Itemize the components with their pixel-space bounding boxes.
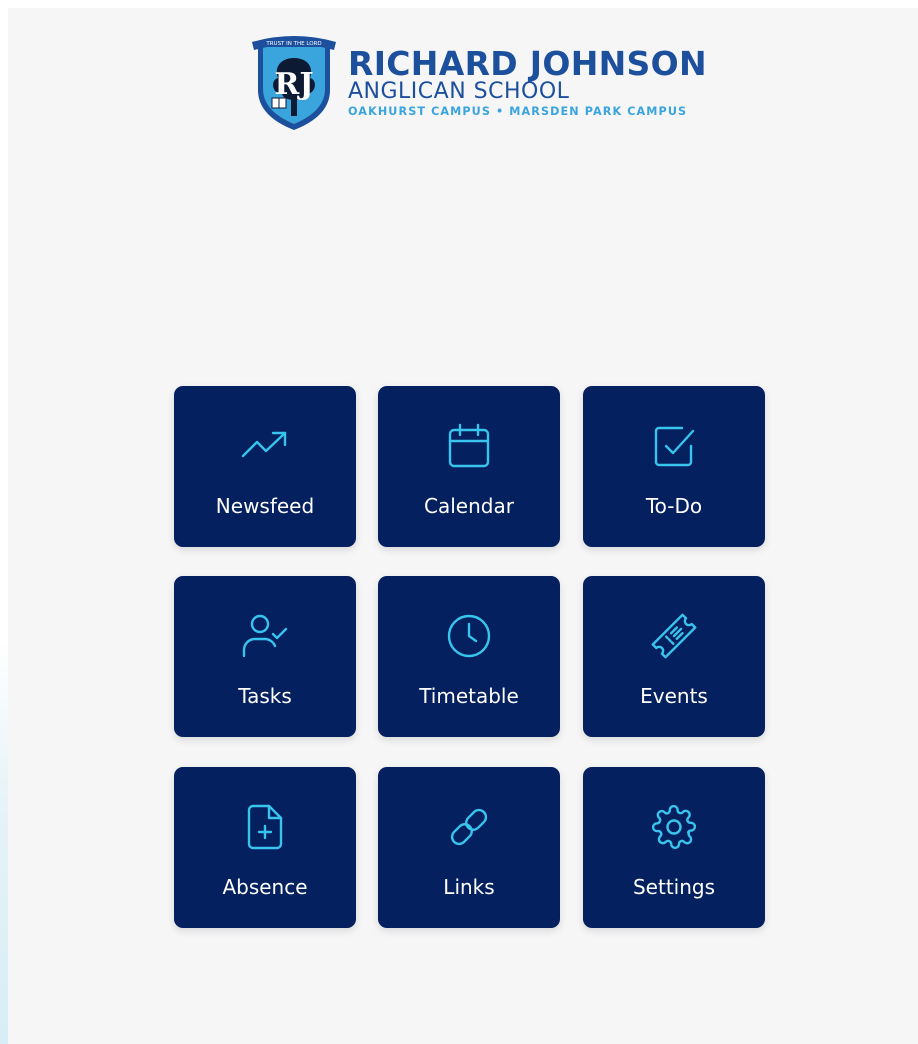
tasks-label: Tasks (238, 684, 292, 708)
edge-glow (0, 640, 8, 1044)
tasks-tile[interactable]: Tasks (174, 576, 356, 737)
link-icon (445, 803, 493, 851)
links-tile[interactable]: Links (378, 767, 560, 928)
clock-icon (445, 612, 493, 660)
user-check-icon (241, 612, 289, 660)
ticket-icon (650, 612, 698, 660)
absence-label: Absence (222, 875, 308, 899)
campus-list: OAKHURST CAMPUS • MARSDEN PARK CAMPUS (348, 105, 688, 118)
calendar-label: Calendar (424, 494, 514, 518)
events-label: Events (640, 684, 708, 708)
todo-tile[interactable]: To-Do (583, 386, 765, 547)
file-plus-icon (241, 803, 289, 851)
settings-tile[interactable]: Settings (583, 767, 765, 928)
crest-motto: TRUST IN THE LORD (265, 41, 321, 47)
app-screen: RJ TRUST IN THE LORD RICHARD JOHNSON ANG… (8, 8, 918, 1044)
checkbox-icon (650, 422, 698, 470)
absence-tile[interactable]: Absence (174, 767, 356, 928)
calendar-icon (445, 422, 493, 470)
links-label: Links (443, 875, 495, 899)
timetable-label: Timetable (419, 684, 519, 708)
trending-up-icon (241, 422, 289, 470)
school-name: RICHARD JOHNSON ANGLICAN SCHOOL OAKHURST… (348, 46, 707, 120)
menu-grid: Newsfeed Calendar To-Do Tasks Timetable … (174, 386, 766, 930)
timetable-tile[interactable]: Timetable (378, 576, 560, 737)
school-name-line1: RICHARD JOHNSON (348, 44, 707, 83)
events-tile[interactable]: Events (583, 576, 765, 737)
school-crest-icon: RJ TRUST IN THE LORD (252, 36, 336, 130)
school-logo: RJ TRUST IN THE LORD RICHARD JOHNSON ANG… (250, 32, 707, 142)
todo-label: To-Do (645, 494, 703, 518)
svg-text:RJ: RJ (274, 67, 313, 102)
gear-icon (650, 803, 698, 851)
settings-label: Settings (632, 875, 716, 899)
newsfeed-label: Newsfeed (215, 494, 315, 518)
calendar-tile[interactable]: Calendar (378, 386, 560, 547)
newsfeed-tile[interactable]: Newsfeed (174, 386, 356, 547)
school-name-line2: ANGLICAN SCHOOL (348, 79, 570, 104)
